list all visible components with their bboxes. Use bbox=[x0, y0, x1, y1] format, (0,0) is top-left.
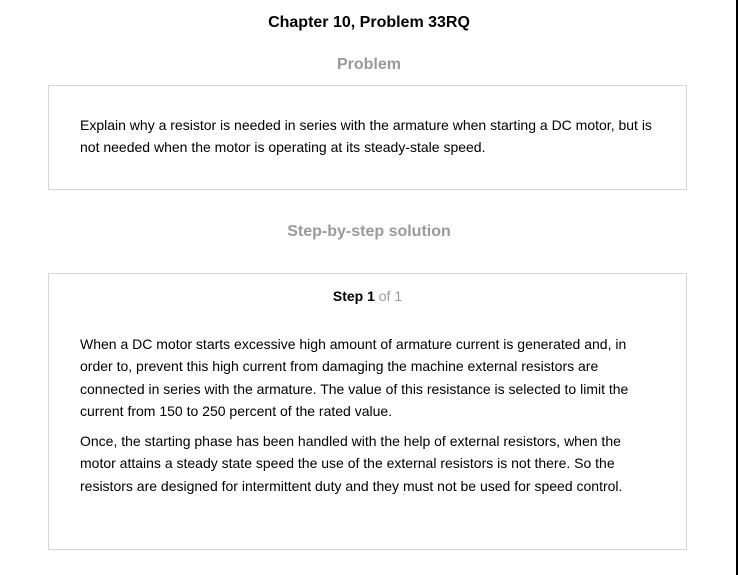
problem-heading: Problem bbox=[336, 56, 401, 73]
solution-box: Step 1 of 1 When a DC motor starts exces… bbox=[48, 273, 687, 550]
solution-paragraph: When a DC motor starts excessive high am… bbox=[80, 336, 629, 420]
solution-heading: Step-by-step solution bbox=[287, 223, 451, 240]
problem-box: Explain why a resistor is needed in seri… bbox=[48, 85, 687, 190]
problem-text: Explain why a resistor is needed in seri… bbox=[80, 117, 652, 156]
solution-paragraph: Once, the starting phase has been handle… bbox=[80, 433, 623, 494]
page-title: Chapter 10, Problem 33RQ bbox=[268, 14, 470, 31]
step-total: of 1 bbox=[378, 288, 403, 304]
step-indicator: Step 1 of 1 bbox=[49, 287, 686, 305]
step-label: Step 1 bbox=[332, 288, 375, 304]
